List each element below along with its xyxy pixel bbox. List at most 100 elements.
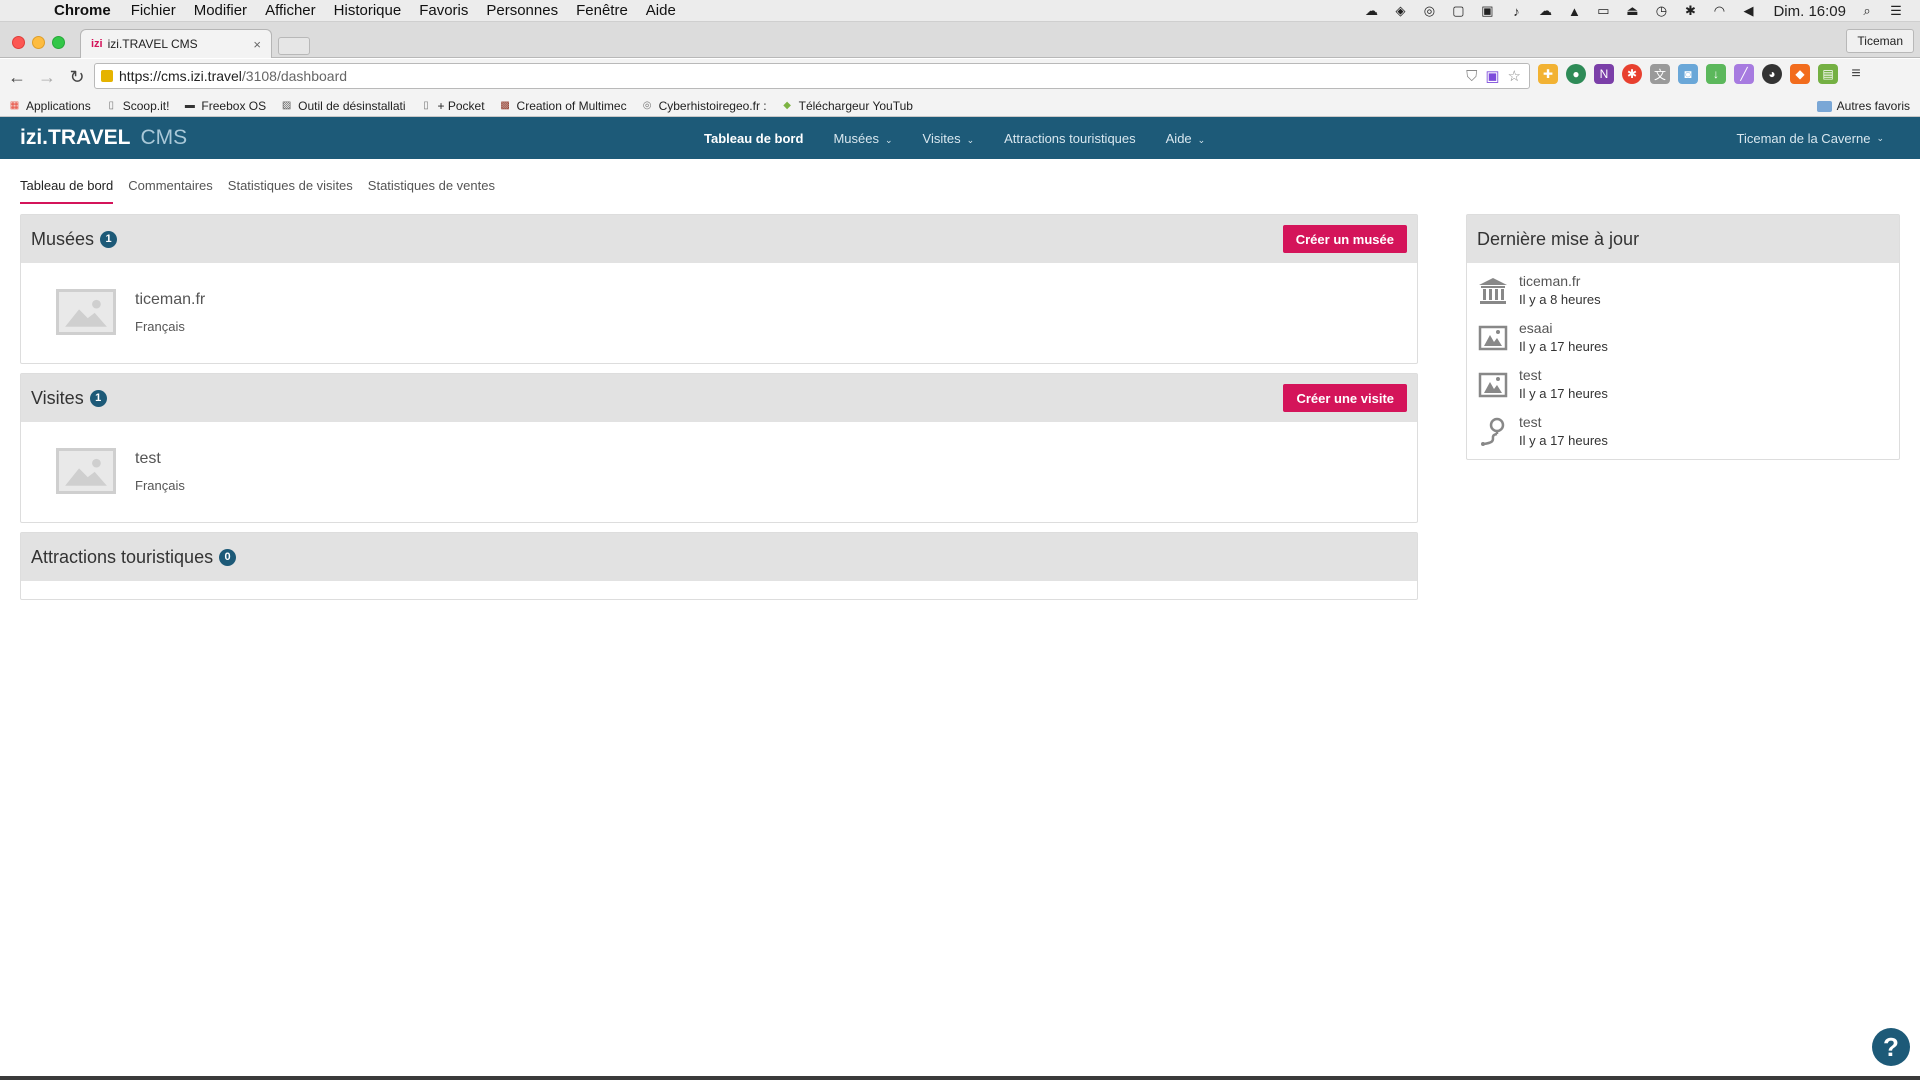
camera-extension-icon[interactable]: ◙ [1678,64,1698,84]
pen-extension-icon[interactable]: ╱ [1734,64,1754,84]
subtab-commentaires[interactable]: Commentaires [128,178,213,204]
other-bookmarks[interactable]: Autres favoris [1816,95,1910,117]
translate-extension-icon[interactable]: 文 [1650,64,1670,84]
user-menu[interactable]: Ticeman de la Caverne ⌄ [1737,117,1884,159]
red-star-extension-icon[interactable]: ✱ [1622,64,1642,84]
menu-favoris[interactable]: Favoris [419,2,468,19]
icloud-icon[interactable]: ☁ [1537,3,1553,19]
evernote-extension-icon[interactable]: ▤ [1818,64,1838,84]
update-item[interactable]: test Il y a 17 heures [1477,367,1877,413]
update-item-name[interactable]: test [1519,367,1542,383]
dropbox-icon[interactable]: ◈ [1392,3,1408,19]
update-item-name[interactable]: test [1519,414,1542,430]
address-bar[interactable]: https://cms.izi.travel/3108/dashboard ⛉ … [94,63,1530,89]
onenote-icon[interactable]: N [1594,64,1614,84]
update-item-name[interactable]: ticeman.fr [1519,273,1580,289]
color-wheel-extension-icon[interactable]: ◕ [1762,64,1782,84]
lock-warning-icon[interactable] [101,70,113,82]
airplay-icon[interactable]: ▭ [1595,3,1611,19]
green-circle-extension-icon[interactable]: ● [1566,64,1586,84]
museum-list-item[interactable]: ticeman.fr Français [21,263,1417,363]
museum-name[interactable]: ticeman.fr [135,291,205,309]
chevron-down-icon: ⌄ [884,134,893,145]
forward-arrow-icon[interactable]: → [34,64,60,90]
izi-travel-logo[interactable]: izi.TRAVEL CMS [20,126,187,150]
cloud-icon[interactable]: ☁ [1363,3,1379,19]
bookmark-outil[interactable]: ▨ Outil de désinstallati [280,99,406,113]
puzzle-extension-icon[interactable]: ✚ [1538,64,1558,84]
volume-icon[interactable]: ◀ [1740,3,1756,19]
attractions-panel: Attractions touristiques 0 [20,532,1418,600]
window-close-button[interactable] [12,36,25,49]
archive-icon[interactable]: ▣ [1479,3,1495,19]
shield-icon[interactable]: ⛉ [1466,68,1477,85]
wifi-icon[interactable]: ◠ [1711,3,1727,19]
nav-aide[interactable]: Aide ⌄ [1166,131,1206,146]
notification-center-icon[interactable]: ☰ [1888,3,1904,19]
subtab-stats-ventes[interactable]: Statistiques de ventes [368,178,495,204]
bookmark-pocket[interactable]: ▯ + Pocket [420,99,484,113]
menubar-clock[interactable]: Dim. 16:09 [1773,3,1846,20]
extension-icons: ✚ ● N ✱ 文 ◙ ↓ ╱ ◕ ◆ ▤ ≡ [1538,64,1866,84]
window-zoom-button[interactable] [52,36,65,49]
folder-icon [1816,100,1832,112]
chrome-menu-icon[interactable]: ≡ [1846,64,1866,84]
browser-toolbar: ← → ↻ https://cms.izi.travel/3108/dashbo… [0,59,1920,95]
window-minimize-button[interactable] [32,36,45,49]
menu-fenetre[interactable]: Fenêtre [576,2,628,19]
menu-chrome[interactable]: Chrome [54,2,111,19]
notes-icon[interactable]: ▢ [1450,3,1466,19]
subtab-stats-visites[interactable]: Statistiques de visites [228,178,353,204]
bookmark-star-icon[interactable]: ☆ [1508,67,1521,85]
create-visit-button[interactable]: Créer une visite [1283,384,1407,412]
download-extension-icon[interactable]: ↓ [1706,64,1726,84]
nav-musees[interactable]: Musées ⌄ [833,131,892,146]
desktop-edge [0,1076,1920,1080]
bookmark-scoop[interactable]: ▯ Scoop.it! [105,99,169,113]
sync-icon[interactable]: ◎ [1421,3,1437,19]
menu-personnes[interactable]: Personnes [486,2,558,19]
url-host: https://cms.izi.travel [119,68,242,84]
update-item-time: Il y a 8 heures [1519,292,1601,307]
browser-tab-active[interactable]: izi izi.TRAVEL CMS × [80,29,272,58]
reload-icon[interactable]: ↻ [64,64,90,90]
museums-title: Musées [31,228,95,249]
exhibit-icon [1478,372,1508,398]
bookmark-applications[interactable]: ▦ Applications [8,99,91,113]
update-item[interactable]: test Il y a 17 heures [1477,414,1877,460]
subtab-tableau-de-bord[interactable]: Tableau de bord [20,178,114,204]
help-button[interactable]: ? [1872,1028,1910,1066]
menu-fichier[interactable]: Fichier [131,2,176,19]
bookmark-creation[interactable]: ▩ Creation of Multimec [499,99,626,113]
orange-tag-extension-icon[interactable]: ◆ [1790,64,1810,84]
menu-afficher[interactable]: Afficher [265,2,316,19]
nav-attractions[interactable]: Attractions touristiques [1004,131,1136,146]
create-museum-button[interactable]: Créer un musée [1282,225,1407,253]
new-tab-button[interactable] [278,37,310,55]
update-item[interactable]: ticeman.fr Il y a 8 heures [1477,273,1877,319]
eject-icon[interactable]: ⏏ [1624,3,1640,19]
bookmark-freebox[interactable]: ▬ Freebox OS [183,99,266,113]
time-machine-icon[interactable]: ◷ [1653,3,1669,19]
nav-tableau-de-bord[interactable]: Tableau de bord [704,131,803,146]
profile-button[interactable]: Ticeman [1846,29,1914,53]
drive-icon[interactable]: ▲ [1566,4,1582,19]
update-item[interactable]: esaai Il y a 17 heures [1477,320,1877,366]
visit-list-item[interactable]: test Français [21,422,1417,522]
chevron-down-icon: ⌄ [1197,134,1206,145]
menu-aide[interactable]: Aide [646,2,676,19]
menu-historique[interactable]: Historique [334,2,402,19]
bell-icon[interactable]: ♪ [1508,4,1524,19]
bluetooth-icon[interactable]: ✱ [1682,3,1698,19]
visit-name[interactable]: test [135,450,161,468]
update-item-name[interactable]: esaai [1519,320,1552,336]
back-arrow-icon[interactable]: ← [4,64,30,90]
menu-modifier[interactable]: Modifier [194,2,247,19]
nav-visites[interactable]: Visites ⌄ [923,131,975,146]
bookmark-telechargeur[interactable]: ◆ Téléchargeur YouTub [781,99,913,113]
spotlight-search-icon[interactable]: ⌕ [1859,3,1875,19]
url-path: /3108/dashboard [241,68,348,84]
extension-badge-icon[interactable]: ▣ [1485,67,1499,85]
tab-close-icon[interactable]: × [253,37,261,52]
bookmark-cyberhistoire[interactable]: ◎ Cyberhistoiregeo.fr : [641,99,767,113]
